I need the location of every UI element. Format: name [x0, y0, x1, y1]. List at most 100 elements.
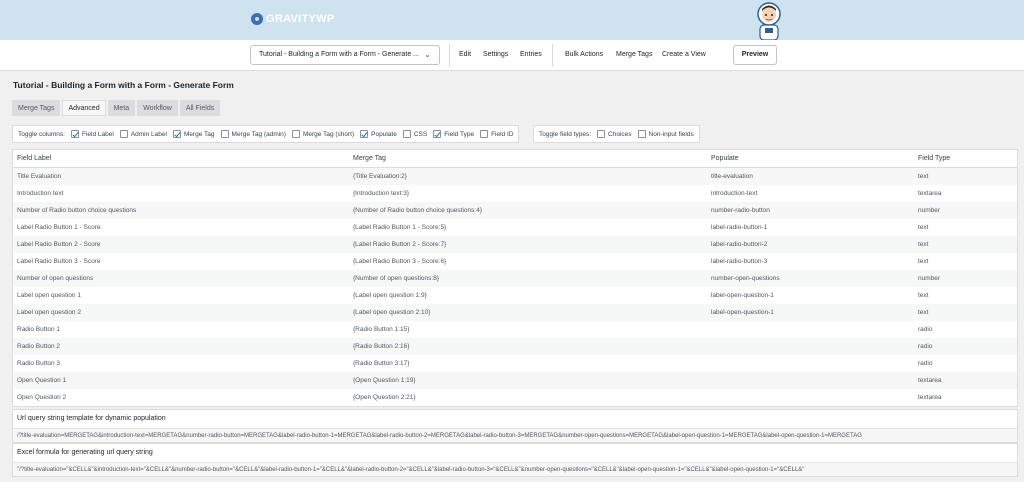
column-header-field-type[interactable]: Field Type [918, 150, 950, 168]
column-header-populate[interactable]: Populate [711, 150, 739, 168]
cell-field-type: radio [918, 343, 933, 350]
form-selector-value: Tutorial - Building a Form with a Form -… [259, 51, 420, 58]
preview-button[interactable]: Preview [733, 45, 777, 65]
cell-merge-tag: {Number of Radio button choice questions… [353, 207, 483, 214]
toggle-admin-label[interactable]: Admin Label [119, 130, 167, 138]
cell-field-label: Open Question 2 [17, 394, 67, 401]
cell-field-label: Open Question 1 [17, 377, 67, 384]
cell-field-label: Number of open questions [17, 275, 94, 282]
table-row: Label Radio Button 3 - Score {Label Radio… [13, 253, 1017, 270]
tab-meta[interactable]: Meta [107, 100, 136, 116]
cell-populate: number-open-questions [711, 275, 780, 282]
cell-populate: title-evaluation [711, 173, 753, 180]
cell-populate: label-radio-button-3 [711, 258, 768, 265]
tab-workflow[interactable]: Workflow [137, 100, 178, 116]
toggle-columns-label: Toggle columns: [18, 130, 65, 138]
toggle-choices[interactable]: Choices [597, 130, 632, 138]
cell-populate: label-open-question-1 [711, 292, 774, 299]
cell-merge-tag: {Label open question 1:9} [353, 292, 427, 299]
excel-formula-value[interactable]: "/?title-evaluation="&CELL&"&introductio… [13, 462, 1017, 476]
tab-advanced[interactable]: Advanced [62, 100, 106, 116]
form-toolbar: Tutorial - Building a Form with a Form -… [0, 40, 1024, 71]
settings-link[interactable]: Settings [483, 51, 508, 58]
table-header-row: Field Label Merge Tag Populate Field Typ… [13, 150, 1017, 168]
toggle-merge-tag-short[interactable]: Merge Tag (short) [291, 130, 354, 138]
cell-field-label: Title Evaluation [17, 173, 62, 180]
toggle-merge-tag[interactable]: Merge Tag [172, 130, 215, 138]
form-selector-dropdown[interactable]: Tutorial - Building a Form with a Form -… [250, 45, 440, 65]
toggle-populate[interactable]: Populate [360, 130, 397, 138]
toggle-merge-tag-admin[interactable]: Merge Tag (admin) [220, 130, 286, 138]
url-template-panel: Url query string template for dynamic po… [12, 409, 1018, 443]
cell-merge-tag: {Introduction text:3} [353, 190, 410, 197]
cell-field-label: Radio Button 1 [17, 326, 61, 333]
entries-link[interactable]: Entries [520, 51, 542, 58]
table-row: Introduction text {Introduction text:3} in… [13, 185, 1017, 202]
gravitywp-logo[interactable]: GRAVITYWP [251, 12, 335, 26]
cell-field-label: Number of Radio button choice questions [17, 207, 137, 214]
cell-merge-tag: {Label Radio Button 1 - Score:5} [353, 224, 447, 231]
edit-link[interactable]: Edit [459, 51, 471, 58]
fields-table: Field Label Merge Tag Populate Field Typ… [12, 149, 1018, 407]
checkbox[interactable] [360, 130, 369, 138]
column-header-field-label[interactable]: Field Label [17, 150, 51, 168]
toggle-field-label[interactable]: Field Label [70, 130, 114, 138]
cell-field-type: text [918, 258, 929, 265]
checkbox[interactable] [119, 130, 128, 138]
merge-tags-link[interactable]: Merge Tags [616, 51, 652, 58]
toggle-field-types-bar: Toggle field types: Choices Non-input fi… [533, 125, 700, 143]
cell-merge-tag: {Label Radio Button 2 - Score:7} [353, 241, 447, 248]
logo-text: GRAVITYWP [266, 13, 335, 25]
create-view-link[interactable]: Create a View [662, 51, 706, 58]
cell-field-type: number [918, 275, 941, 282]
checkbox[interactable] [70, 130, 79, 138]
table-row: Title Evaluation {Title Evaluation:2} titl… [13, 168, 1017, 185]
cell-merge-tag: {Open Question 2:21} [353, 394, 416, 401]
astronaut-mascot-icon [757, 2, 781, 40]
toolbar-divider [449, 44, 450, 67]
table-row: Label open question 1 {Label open questio… [13, 287, 1017, 304]
toggle-css[interactable]: CSS [402, 130, 427, 138]
toggle-field-id[interactable]: Field ID [480, 130, 513, 138]
tab-bar: Merge Tags Advanced Meta Workflow All Fi… [12, 100, 221, 116]
cell-field-type: text [918, 292, 929, 299]
checkbox-label: Non-input fields [648, 130, 694, 138]
cell-merge-tag: {Number of open questions:8} [353, 275, 440, 282]
cell-field-label: Label open question 1 [17, 292, 81, 299]
cell-field-label: Radio Button 2 [17, 343, 61, 350]
toggle-non-input-fields[interactable]: Non-input fields [637, 130, 694, 138]
toggle-field-types-label: Toggle field types: [539, 130, 592, 138]
cell-field-label: Label Radio Button 3 - Score [17, 258, 101, 265]
table-row: Open Question 1 {Open Question 1:19} texta… [13, 372, 1017, 389]
bulk-actions-link[interactable]: Bulk Actions [565, 51, 603, 58]
cell-field-type: textarea [918, 394, 942, 401]
checkbox[interactable] [637, 130, 646, 138]
cell-merge-tag: {Label Radio Button 3 - Score:6} [353, 258, 447, 265]
cell-populate: number-radio-button [711, 207, 770, 214]
tab-merge-tags[interactable]: Merge Tags [12, 100, 61, 116]
checkbox[interactable] [220, 130, 229, 138]
url-template-value[interactable]: /?title-evaluation=MERGETAG&introduction… [13, 428, 1017, 442]
checkbox[interactable] [480, 130, 489, 138]
cell-merge-tag: {Label open question 2:10} [353, 309, 431, 316]
checkbox-label: Field Type [444, 130, 475, 138]
toggle-field-type[interactable]: Field Type [433, 130, 474, 138]
cell-field-type: radio [918, 326, 933, 333]
checkbox-label: Field ID [491, 130, 514, 138]
checkbox[interactable] [402, 130, 411, 138]
cell-populate: label-open-question-1 [711, 309, 774, 316]
column-header-merge-tag[interactable]: Merge Tag [353, 150, 386, 168]
table-row: Label Radio Button 2 - Score {Label Radio… [13, 236, 1017, 253]
tab-all-fields[interactable]: All Fields [179, 100, 221, 116]
checkbox-label: Populate [371, 130, 397, 138]
gear-logo-icon [251, 13, 263, 25]
checkbox-label: Admin Label [130, 130, 167, 138]
checkbox[interactable] [172, 130, 181, 138]
checkbox[interactable] [597, 130, 606, 138]
checkbox[interactable] [433, 130, 442, 138]
toolbar-divider [552, 44, 553, 67]
checkbox[interactable] [291, 130, 300, 138]
cell-field-type: textarea [918, 377, 942, 384]
chevron-down-icon: ⌄ [424, 50, 431, 59]
table-row: Radio Button 3 {Radio Button 3:17} radio [13, 355, 1017, 372]
